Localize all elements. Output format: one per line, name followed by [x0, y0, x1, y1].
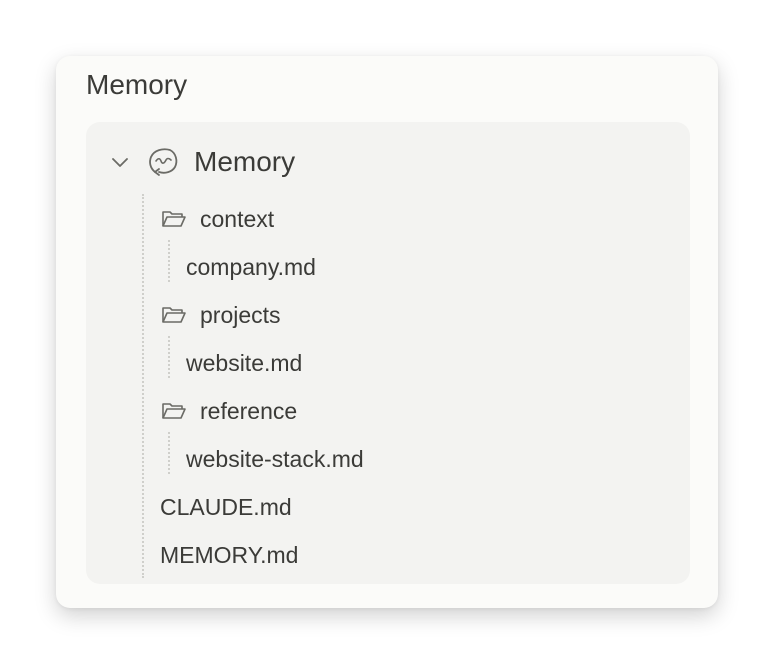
tree-folder-context[interactable]: context [160, 204, 274, 234]
tree-file-claude[interactable]: CLAUDE.md [160, 492, 292, 522]
tree-file-company[interactable]: company.md [186, 252, 316, 282]
tree-guide-projects [168, 336, 170, 378]
folder-open-icon [160, 304, 188, 326]
tree-folder-label: reference [200, 397, 298, 424]
tree-folder-reference[interactable]: reference [160, 396, 297, 426]
tree-root-memory[interactable]: Memory [110, 144, 295, 180]
tree-folder-label: projects [200, 301, 281, 328]
tree-folder-projects[interactable]: projects [160, 300, 281, 330]
memory-icon [146, 145, 180, 179]
memory-tree-panel: Memory context company.md projects websi… [86, 122, 690, 584]
tree-guide-root [142, 194, 144, 578]
tree-guide-reference [168, 432, 170, 474]
folder-open-icon [160, 208, 188, 230]
tree-root-label: Memory [194, 146, 296, 177]
tree-file-memory[interactable]: MEMORY.md [160, 540, 298, 570]
tree-folder-label: context [200, 205, 275, 232]
chevron-down-icon[interactable] [110, 152, 130, 172]
tree-file-website-stack[interactable]: website-stack.md [186, 444, 364, 474]
memory-card: Memory Memory context company.md project… [56, 56, 718, 608]
tree-file-website[interactable]: website.md [186, 348, 302, 378]
tree-guide-context [168, 240, 170, 282]
card-title: Memory [86, 69, 188, 100]
folder-open-icon [160, 400, 188, 422]
